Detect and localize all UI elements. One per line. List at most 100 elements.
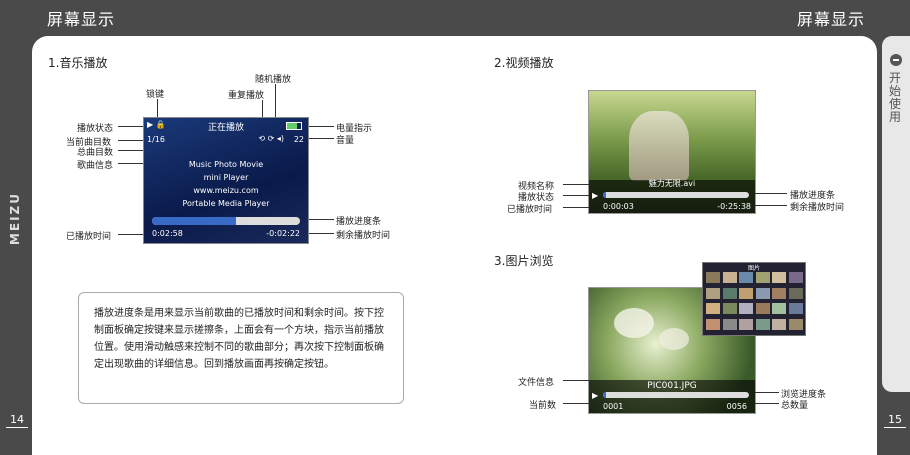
flower-image <box>659 328 689 350</box>
music-progress-bar[interactable] <box>152 217 300 225</box>
photo-progress-bar[interactable] <box>603 392 749 398</box>
video-progress-fill <box>603 192 606 198</box>
thumbnail[interactable] <box>755 287 770 299</box>
side-tab-label: 开始使用 <box>889 71 902 124</box>
description-box: 播放进度条是用来显示当前歌曲的已播放时间和剩余时间。按下控制面板确定按键来显示搓… <box>78 292 404 404</box>
leader-browse-progress <box>755 392 779 393</box>
track-counter: 1/16 <box>147 135 165 144</box>
thumbnail[interactable] <box>706 303 720 314</box>
thumbnail[interactable] <box>788 318 803 330</box>
thumbnail[interactable] <box>706 287 720 299</box>
label-total-tracks: 总曲目数 <box>77 148 114 158</box>
leader-lock <box>157 99 158 118</box>
label-current-number: 当前数 <box>529 401 557 411</box>
label-repeat: 重复播放 <box>228 91 265 101</box>
video-elapsed: 0:00:03 <box>603 202 634 211</box>
thumbnail[interactable] <box>722 287 737 299</box>
thumbnail[interactable] <box>739 272 753 283</box>
repeat-shuffle-volume-icon: ⟲ ⟳ ◂) <box>258 134 284 143</box>
video-progress-bar[interactable] <box>603 192 749 198</box>
page-number-right: 15 <box>884 412 906 428</box>
photo-section-title: 3.图片浏览 <box>494 254 554 268</box>
leader-play-state <box>118 126 144 127</box>
song-info-line: www.meizu.com <box>193 186 259 195</box>
photo-file-name: PIC001.JPG <box>647 381 697 391</box>
thumbnail[interactable] <box>739 287 753 299</box>
label-remaining-time: 剩余播放时间 <box>336 231 391 241</box>
photo-total: 0056 <box>726 402 747 411</box>
music-player-screen: ▶ 🔒 正在播放 1/16 ⟲ ⟳ ◂) 22 Music Photo Movi… <box>143 117 309 244</box>
label-play-state: 播放状态 <box>77 124 114 134</box>
leader-battery <box>308 126 334 127</box>
label-total-count: 总数量 <box>781 401 809 411</box>
thumbnail[interactable] <box>772 318 786 330</box>
thumbnail-grid: 图片 <box>702 262 806 336</box>
music-elapsed: 0:02:58 <box>152 229 183 238</box>
music-screen-title: 正在播放 <box>207 123 244 133</box>
video-remaining: -0:25:38 <box>717 202 751 211</box>
leader-video-progress <box>755 193 787 194</box>
description-text: 播放进度条是用来显示当前歌曲的已播放时间和剩余时间。按下控制面板确定按键来显示搓… <box>94 308 384 370</box>
leader-video-name <box>563 184 589 185</box>
video-play-icon: ▶ <box>592 191 599 200</box>
thumbnail[interactable] <box>788 303 803 314</box>
song-info: Music Photo Movie mini Player www.meizu.… <box>144 158 308 210</box>
photo-progress-fill <box>603 392 606 398</box>
leader-current-track <box>118 140 144 141</box>
song-info-line: Portable Media Player <box>182 199 270 208</box>
brand-logo: MEIZU <box>8 192 22 246</box>
thumbnail[interactable] <box>772 287 786 299</box>
header-title-left: 屏幕显示 <box>47 10 116 29</box>
leader-volume <box>308 138 334 139</box>
label-song-info: 歌曲信息 <box>77 161 114 171</box>
thumbnail[interactable] <box>755 303 770 314</box>
music-remaining: -0:02:22 <box>266 229 300 238</box>
label-volume: 音量 <box>336 136 355 146</box>
photo-play-icon: ▶ <box>592 391 599 400</box>
thumbnail[interactable] <box>788 287 803 299</box>
video-player-screen: 魅力无限.avi ▶ 0:00:03 -0:25:38 <box>588 90 756 214</box>
thumbnail[interactable] <box>772 272 786 283</box>
minus-circle-icon <box>890 54 902 66</box>
video-section-title: 2.视频播放 <box>494 56 554 70</box>
music-section-title: 1.音乐播放 <box>48 56 108 70</box>
thumbnail[interactable] <box>706 272 720 283</box>
label-elapsed-time: 已播放时间 <box>66 232 112 242</box>
leader-video-elapsed <box>563 207 589 208</box>
label-progress-bar: 播放进度条 <box>336 217 382 227</box>
thumbnail[interactable] <box>755 272 770 283</box>
leader-repeat <box>262 100 263 118</box>
battery-icon <box>286 122 302 130</box>
music-progress-fill <box>152 217 237 225</box>
label-shuffle: 随机播放 <box>255 75 292 85</box>
leader-current-number <box>563 403 589 404</box>
thumbnail[interactable] <box>722 318 737 330</box>
thumbnail[interactable] <box>755 318 770 330</box>
leader-shuffle <box>275 84 276 118</box>
label-video-remaining: 剩余播放时间 <box>790 203 845 213</box>
thumbnail[interactable] <box>706 318 720 330</box>
thumbnail[interactable] <box>739 303 753 314</box>
video-people-image <box>629 111 689 181</box>
photo-current: 0001 <box>603 402 624 411</box>
video-file-name: 魅力无限.avi <box>648 179 696 188</box>
label-video-elapsed: 已播放时间 <box>507 205 553 215</box>
song-info-line: Music Photo Movie <box>188 160 264 169</box>
thumbnail[interactable] <box>722 303 737 314</box>
side-tab[interactable]: 开始使用 <box>882 36 910 392</box>
song-info-line: mini Player <box>203 173 249 182</box>
grid-title: 图片 <box>747 265 760 272</box>
thumbnail[interactable] <box>722 272 737 283</box>
header-title-right: 屏幕显示 <box>797 10 866 29</box>
leader-video-play-state <box>563 195 589 196</box>
thumbnail[interactable] <box>772 303 786 314</box>
thumbnail[interactable] <box>788 272 803 283</box>
leader-total-count <box>755 403 779 404</box>
leader-file-info <box>563 380 589 381</box>
leader-video-remaining <box>755 205 787 206</box>
flower-image <box>614 308 654 338</box>
thumbnail[interactable] <box>739 318 753 330</box>
label-lock: 锁键 <box>146 90 165 100</box>
label-file-info: 文件信息 <box>518 378 555 388</box>
volume-value: 22 <box>293 135 304 144</box>
